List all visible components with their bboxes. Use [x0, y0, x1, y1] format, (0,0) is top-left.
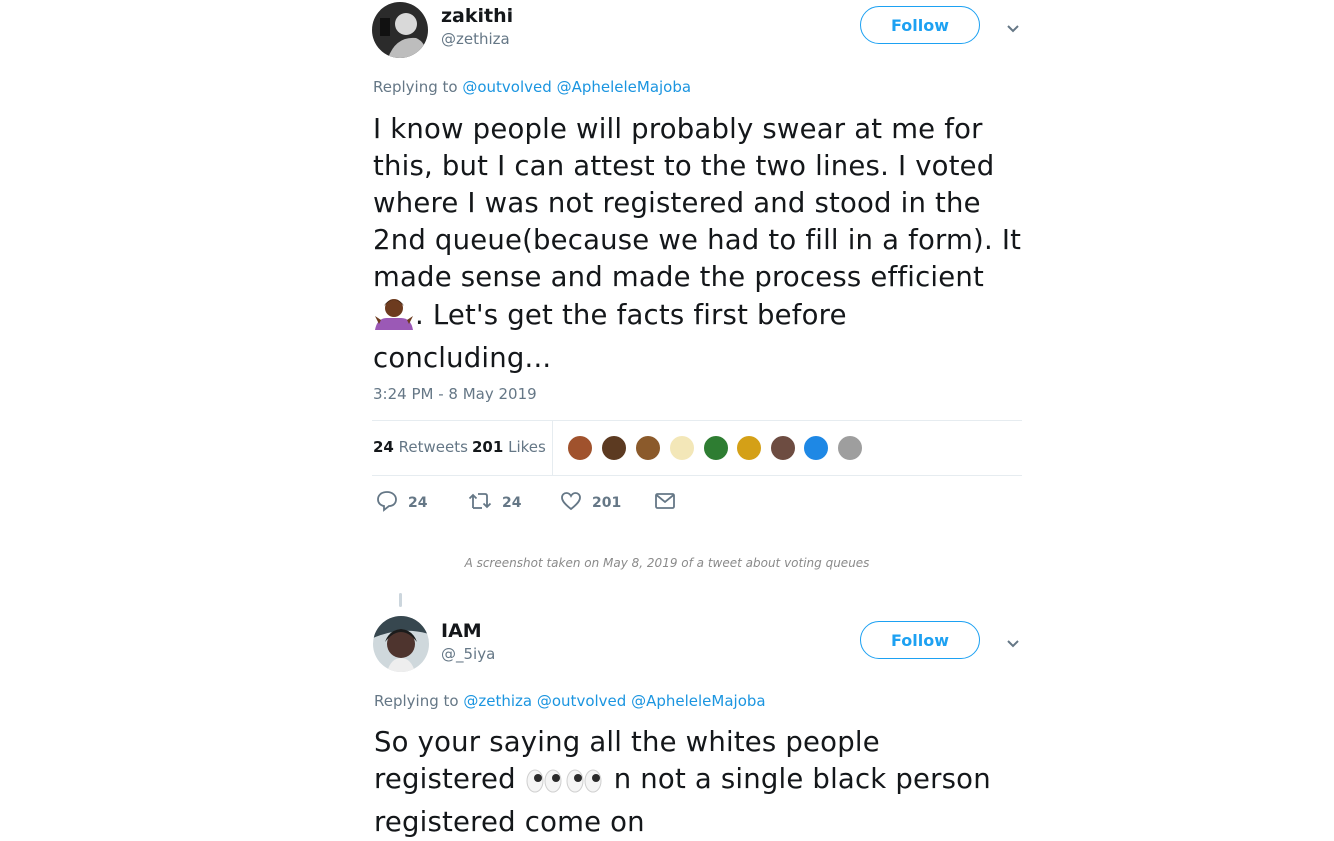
message-action[interactable]	[654, 490, 676, 516]
mention-link[interactable]: @outvolved	[462, 78, 551, 96]
reply-count: 24	[408, 495, 428, 511]
avatar-zakithi[interactable]	[372, 2, 428, 58]
tweet-text-line-with-emoji: registered n not a single black person	[374, 761, 1029, 804]
tweet-timestamp[interactable]: 3:24 PM - 8 May 2019	[373, 385, 537, 403]
retweets-label: Retweets	[398, 438, 468, 456]
tweet-text-line: I know people will probably swear at me …	[373, 113, 983, 145]
tweet-text-line: where I was not registered and stood in …	[373, 187, 981, 219]
mention-link[interactable]: @zethiza	[463, 692, 532, 710]
retweet-action[interactable]: 24	[468, 490, 521, 516]
like-icon	[560, 490, 582, 516]
replying-to: Replying to @outvolved @ApheleleMajoba	[373, 78, 691, 96]
tweet-text-line: So your saying all the whites people	[374, 726, 880, 758]
likes-label: Likes	[508, 438, 546, 456]
eyes-emoji	[525, 767, 565, 804]
tweet-text: So your saying all the whites people reg…	[374, 724, 1029, 841]
tweet-text-line: registered come on	[374, 806, 645, 838]
user-handle[interactable]: @zethiza	[441, 30, 510, 48]
liker-avatar[interactable]	[600, 434, 628, 462]
retweet-count: 24	[502, 495, 522, 511]
tweet-text-line: this, but I can attest to the two lines.…	[373, 150, 995, 182]
display-name[interactable]: IAM	[441, 620, 482, 642]
like-action[interactable]: 201	[560, 490, 621, 516]
mention-link[interactable]: @outvolved	[537, 692, 626, 710]
tweet-text-line: 2nd queue(because we had to fill in a fo…	[373, 224, 1022, 256]
likes-stat[interactable]: 201 Likes	[472, 438, 546, 456]
avatar-iam[interactable]	[373, 616, 429, 672]
tweet-text-line-with-emoji: . Let's get the facts first before	[373, 296, 1028, 340]
shrug-emoji	[373, 296, 415, 340]
retweets-count: 24	[373, 438, 394, 456]
follow-button[interactable]: Follow	[860, 6, 980, 44]
liker-avatar[interactable]	[702, 434, 730, 462]
thread-connector	[399, 593, 402, 607]
tweet-zakithi: zakithi @zethiza Follow Replying to @out…	[372, 0, 1022, 540]
liker-avatar[interactable]	[802, 434, 830, 462]
tweet-text: I know people will probably swear at me …	[373, 111, 1028, 377]
liker-avatar[interactable]	[769, 434, 797, 462]
replying-prefix: Replying to	[373, 78, 458, 96]
reply-icon	[376, 490, 398, 516]
liker-avatar[interactable]	[735, 434, 763, 462]
mention-link[interactable]: @ApheleleMajoba	[631, 692, 766, 710]
user-handle[interactable]: @_5iya	[441, 645, 495, 663]
liker-avatar[interactable]	[836, 434, 864, 462]
mention-link[interactable]: @ApheleleMajoba	[557, 78, 692, 96]
tweet-iam: IAM @_5iya Follow Replying to @zethiza @…	[372, 610, 1022, 838]
retweets-stat[interactable]: 24 Retweets	[373, 438, 468, 456]
display-name[interactable]: zakithi	[441, 5, 513, 27]
replying-to: Replying to @zethiza @outvolved @Aphelel…	[374, 692, 766, 710]
tweet-text-line: made sense and made the process efficien…	[373, 261, 984, 293]
tweet-text-line: . Let's get the facts first before	[415, 299, 847, 331]
likes-count: 201	[472, 438, 504, 456]
replying-prefix: Replying to	[374, 692, 459, 710]
stats-divider	[552, 421, 553, 475]
tweet-stats: 24 Retweets 201 Likes	[372, 420, 1022, 476]
retweet-icon	[468, 490, 492, 516]
liker-avatar[interactable]	[566, 434, 594, 462]
tweet-text-fragment: n not a single black person	[613, 763, 991, 795]
reply-action[interactable]: 24	[376, 490, 427, 516]
chevron-down-icon[interactable]	[1004, 20, 1022, 38]
image-caption: A screenshot taken on May 8, 2019 of a t…	[464, 556, 870, 570]
liker-avatar[interactable]	[668, 434, 696, 462]
message-icon	[654, 490, 676, 516]
follow-button[interactable]: Follow	[860, 621, 980, 659]
like-count: 201	[592, 495, 622, 511]
eyes-emoji	[565, 767, 605, 804]
liker-avatar[interactable]	[634, 434, 662, 462]
tweet-text-fragment: registered	[374, 763, 516, 795]
chevron-down-icon[interactable]	[1004, 635, 1022, 653]
tweet-actions: 24 24 201	[372, 490, 1022, 514]
tweet-text-line: concluding...	[373, 342, 552, 374]
